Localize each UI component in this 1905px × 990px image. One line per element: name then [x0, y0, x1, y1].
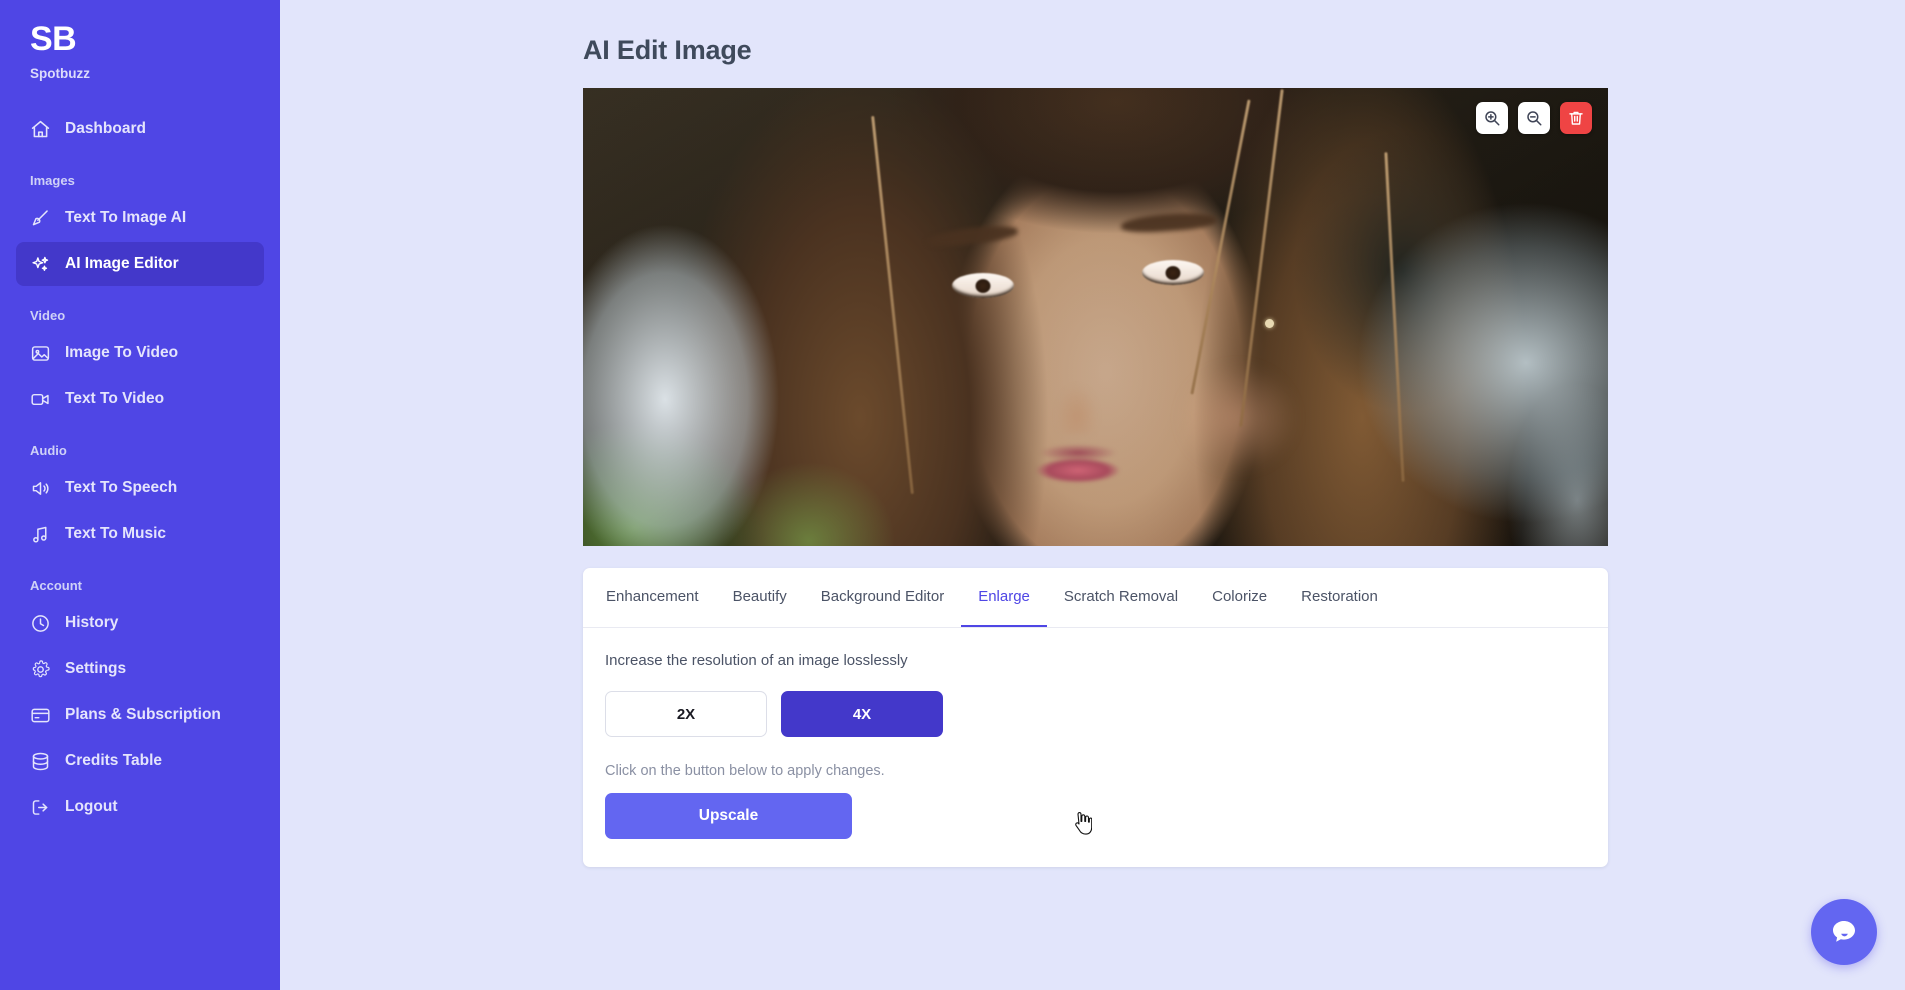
sidebar-section-account: Account	[30, 578, 82, 593]
zoom-out-icon[interactable]	[1518, 102, 1550, 134]
sidebar-item-ai-image-editor[interactable]: AI Image Editor	[16, 242, 264, 286]
brand: SB Spotbuzz	[16, 0, 264, 81]
photo-detail	[1044, 344, 1105, 435]
photo-detail	[925, 222, 1020, 250]
sidebar-item-label: Text To Speech	[65, 479, 178, 496]
sidebar-item-credits-table[interactable]: Credits Table	[16, 739, 264, 783]
scale-option-2x[interactable]: 2X	[605, 691, 767, 737]
sidebar-section-video: Video	[30, 308, 66, 323]
trash-icon[interactable]	[1560, 102, 1592, 134]
database-icon	[30, 751, 51, 772]
editor-tabs: Enhancement Beautify Background Editor E…	[583, 568, 1608, 628]
sparkles-icon	[30, 254, 51, 275]
apply-hint: Click on the button below to apply chang…	[605, 763, 885, 779]
tab-beautify[interactable]: Beautify	[716, 568, 804, 627]
tab-enlarge[interactable]: Enlarge	[961, 568, 1047, 627]
sidebar-item-text-to-video[interactable]: Text To Video	[16, 377, 264, 421]
chat-widget-button[interactable]	[1811, 899, 1877, 965]
sidebar: SB Spotbuzz Dashboard Images Text To Ima…	[0, 0, 280, 990]
photo-detail	[1023, 440, 1132, 483]
sidebar-item-label: Text To Video	[65, 390, 165, 407]
credit-card-icon	[30, 705, 51, 726]
photo-detail	[1189, 99, 1251, 395]
zoom-in-icon[interactable]	[1476, 102, 1508, 134]
sidebar-section-audio: Audio	[30, 443, 67, 458]
tab-scratch-removal[interactable]: Scratch Removal	[1047, 568, 1195, 627]
app-root: SB Spotbuzz Dashboard Images Text To Ima…	[0, 0, 1905, 990]
photo-detail	[1120, 210, 1218, 235]
sidebar-item-text-to-music[interactable]: Text To Music	[16, 512, 264, 556]
home-icon	[30, 119, 51, 140]
sidebar-item-settings[interactable]: Settings	[16, 647, 264, 691]
editor-panel: Increase the resolution of an image loss…	[583, 628, 1608, 867]
sidebar-item-label: Logout	[65, 798, 118, 815]
photo-detail	[952, 273, 1014, 299]
photo-detail	[1384, 152, 1405, 482]
brush-icon	[30, 208, 51, 229]
tab-background-editor[interactable]: Background Editor	[804, 568, 961, 627]
sidebar-item-label: Image To Video	[65, 344, 179, 361]
sidebar-item-logout[interactable]: Logout	[16, 785, 264, 829]
brand-name: Spotbuzz	[30, 66, 90, 81]
sidebar-item-plans-subscription[interactable]: Plans & Subscription	[16, 693, 264, 737]
tab-colorize[interactable]: Colorize	[1195, 568, 1284, 627]
music-note-icon	[30, 524, 51, 545]
panel-description: Increase the resolution of an image loss…	[605, 652, 908, 669]
editor-card: Enhancement Beautify Background Editor E…	[583, 568, 1608, 867]
image-preview[interactable]	[583, 88, 1608, 546]
image-icon	[30, 343, 51, 364]
scale-options: 2X 4X	[605, 691, 1586, 737]
sidebar-item-text-to-image-ai[interactable]: Text To Image AI	[16, 196, 264, 240]
sidebar-item-label: Text To Music	[65, 525, 167, 542]
preview-toolbar	[1476, 102, 1592, 134]
sidebar-item-image-to-video[interactable]: Image To Video	[16, 331, 264, 375]
sidebar-item-label: Text To Image AI	[65, 209, 187, 226]
sidebar-item-dashboard[interactable]: Dashboard	[16, 107, 264, 151]
speaker-icon	[30, 478, 51, 499]
tab-restoration[interactable]: Restoration	[1284, 568, 1395, 627]
preview-photo	[583, 88, 1608, 546]
sidebar-item-text-to-speech[interactable]: Text To Speech	[16, 466, 264, 510]
sidebar-item-label: Dashboard	[65, 120, 146, 137]
logout-icon	[30, 797, 51, 818]
brand-logo: SB	[30, 20, 77, 58]
gear-icon	[30, 659, 51, 680]
clock-icon	[30, 613, 51, 634]
photo-detail	[1264, 319, 1274, 329]
main-content: AI Edit Image Enhancement Beautify Backg…	[280, 0, 1905, 990]
sidebar-item-label: History	[65, 614, 119, 631]
photo-detail	[1141, 259, 1204, 285]
photo-detail	[870, 116, 914, 495]
scale-option-4x[interactable]: 4X	[781, 691, 943, 737]
video-camera-icon	[30, 389, 51, 410]
sidebar-item-label: Credits Table	[65, 752, 163, 769]
page-title: AI Edit Image	[583, 35, 752, 65]
sidebar-item-history[interactable]: History	[16, 601, 264, 645]
upscale-button[interactable]: Upscale	[605, 793, 852, 839]
sidebar-section-images: Images	[30, 173, 75, 188]
chat-bubble-icon	[1828, 916, 1860, 948]
sidebar-item-label: AI Image Editor	[65, 255, 179, 272]
sidebar-item-label: Settings	[65, 660, 127, 677]
tab-enhancement[interactable]: Enhancement	[589, 568, 716, 627]
sidebar-item-label: Plans & Subscription	[65, 706, 221, 723]
